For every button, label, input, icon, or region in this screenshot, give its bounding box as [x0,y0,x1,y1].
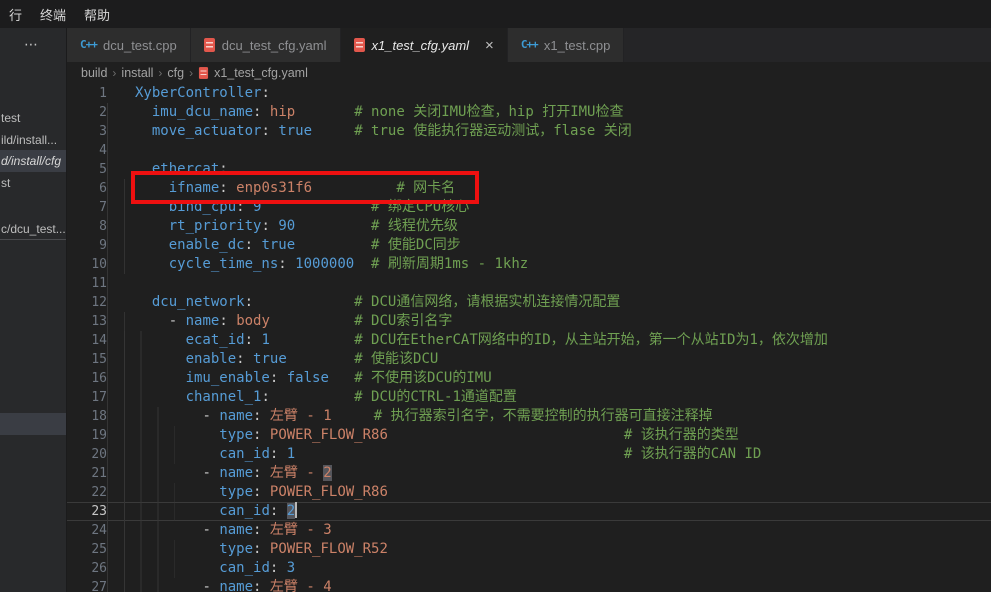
sidebar-item[interactable]: st [0,172,66,194]
code-line[interactable]: 27 - name: 左臂 - 4 [67,578,991,592]
text-cursor [295,502,297,518]
line-number: 20 [67,445,107,464]
line-number: 14 [67,331,107,350]
code-line[interactable]: 16 imu_enable: false # 不使用该DCU的IMU [67,369,991,388]
code-line[interactable]: 12 dcu_network: # DCU通信网络，请根据实机连接情况配置 [67,293,991,312]
sidebar-item-selected[interactable]: d/install/cfg [0,150,66,172]
line-number: 27 [67,578,107,592]
line-number: 25 [67,540,107,559]
line-number: 23 [67,502,107,521]
code-line[interactable]: 2 imu_dcu_name: hip # none 关闭IMU检查，hip 打… [67,103,991,122]
code-line[interactable]: 26 can_id: 3 [67,559,991,578]
code-line[interactable]: 13 - name: body # DCU索引名字 [67,312,991,331]
code-line[interactable]: 18 - name: 左臂 - 1 # 执行器索引名字，不需要控制的执行器可直接… [67,407,991,426]
line-number: 9 [67,236,107,255]
tab-label: x1_test.cpp [544,38,611,53]
line-number: 13 [67,312,107,331]
code-line[interactable]: 19 type: POWER_FLOW_R86 # 该执行器的类型 [67,426,991,445]
menu-item-terminal[interactable]: 终端 [31,3,75,26]
line-number: 18 [67,407,107,426]
code-line[interactable]: 24 - name: 左臂 - 3 [67,521,991,540]
yaml-file-icon [204,38,215,52]
yaml-file-icon [354,38,365,52]
line-number: 15 [67,350,107,369]
code-line[interactable]: 22 type: POWER_FLOW_R86 [67,483,991,502]
tab-dcu-test-cpp[interactable]: C++ dcu_test.cpp [67,28,191,62]
sidebar: ⋯ test ild/install... d/install/cfg st c… [0,28,67,592]
line-number: 5 [67,160,107,179]
tab-x1-test-cpp[interactable]: C++ x1_test.cpp [508,28,625,62]
code-line[interactable]: 14 ecat_id: 1 # DCU在EtherCAT网络中的ID，从主站开始… [67,331,991,350]
line-number: 11 [67,274,107,293]
code-line[interactable]: 23 can_id: 2 [67,502,991,521]
line-number: 7 [67,198,107,217]
sidebar-item[interactable]: test [0,107,66,129]
tab-dcu-test-cfg-yaml[interactable]: dcu_test_cfg.yaml [191,28,341,62]
line-number: 21 [67,464,107,483]
line-number: 19 [67,426,107,445]
code-line[interactable]: 1XyberController: [67,84,991,103]
tab-bar: C++ dcu_test.cpp dcu_test_cfg.yaml x1_te… [67,28,991,62]
sidebar-item-highlighted[interactable] [0,413,66,435]
line-number: 6 [67,179,107,198]
menu-item-run[interactable]: 行 [0,3,31,26]
code-line[interactable]: 11 [67,274,991,293]
line-number: 4 [67,141,107,160]
line-number: 2 [67,103,107,122]
breadcrumb-item[interactable]: build [81,66,107,80]
line-number: 1 [67,84,107,103]
tab-label: dcu_test.cpp [103,38,177,53]
line-number: 8 [67,217,107,236]
sidebar-item[interactable]: ild/install... [0,129,66,151]
breadcrumb-item[interactable]: install [121,66,153,80]
tab-x1-test-cfg-yaml[interactable]: x1_test_cfg.yaml × [341,28,508,62]
line-number: 16 [67,369,107,388]
breadcrumb: build › install › cfg › x1_test_cfg.yaml [67,62,991,84]
line-number: 26 [67,559,107,578]
line-number: 24 [67,521,107,540]
more-actions-icon[interactable]: ⋯ [24,36,39,53]
code-line[interactable]: 7 bind_cpu: 9 # 绑定CPU核心 [67,198,991,217]
cpp-file-icon: C++ [521,37,537,53]
code-line[interactable]: 25 type: POWER_FLOW_R52 [67,540,991,559]
line-number: 3 [67,122,107,141]
sidebar-item[interactable]: c/dcu_test... [0,218,66,240]
code-line[interactable]: 17 channel_1: # DCU的CTRL-1通道配置 [67,388,991,407]
code-line[interactable]: 4 [67,141,991,160]
vscode-window: 行 终端 帮助 ⋯ test ild/install... d/install/… [0,0,991,592]
yaml-file-icon [199,67,208,79]
tab-label: dcu_test_cfg.yaml [222,38,327,53]
code-line[interactable]: 6 ifname: enp0s31f6 # 网卡名 [67,179,991,198]
chevron-right-icon: › [158,66,162,80]
breadcrumb-file[interactable]: x1_test_cfg.yaml [214,66,308,80]
code-line[interactable]: 20 can_id: 1 # 该执行器的CAN ID [67,445,991,464]
code-line[interactable]: 10 cycle_time_ns: 1000000 # 刷新周期1ms - 1k… [67,255,991,274]
line-number: 12 [67,293,107,312]
code-line[interactable]: 15 enable: true # 使能该DCU [67,350,991,369]
chevron-right-icon: › [112,66,116,80]
code-line[interactable]: 5 ethercat: [67,160,991,179]
close-icon[interactable]: × [485,38,494,53]
code-line[interactable]: 9 enable_dc: true # 使能DC同步 [67,236,991,255]
chevron-right-icon: › [189,66,193,80]
code-line[interactable]: 21 - name: 左臂 - 2 [67,464,991,483]
code-line[interactable]: 3 move_actuator: true # true 使能执行器运动测试，f… [67,122,991,141]
cpp-file-icon: C++ [80,37,96,53]
code-area[interactable]: 1XyberController:2 imu_dcu_name: hip # n… [67,84,991,592]
menu-bar: 行 终端 帮助 [0,0,991,28]
breadcrumb-item[interactable]: cfg [167,66,184,80]
line-number: 17 [67,388,107,407]
line-number: 10 [67,255,107,274]
code-lines: 1XyberController:2 imu_dcu_name: hip # n… [67,84,991,592]
code-line[interactable]: 8 rt_priority: 90 # 线程优先级 [67,217,991,236]
tab-label: x1_test_cfg.yaml [372,38,470,53]
line-number: 22 [67,483,107,502]
menu-item-help[interactable]: 帮助 [75,3,119,26]
